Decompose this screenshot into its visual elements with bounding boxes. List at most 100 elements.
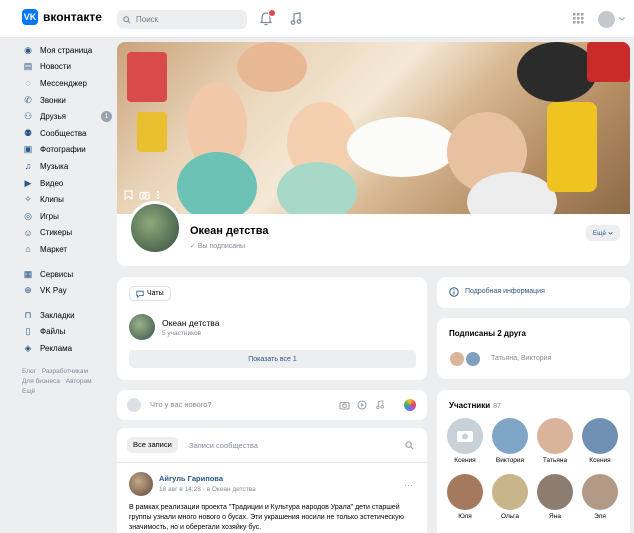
sidebar-item[interactable]: ⊕ VK Pay [22, 282, 114, 299]
friend-avatar[interactable] [465, 351, 481, 367]
music-icon[interactable] [375, 400, 385, 410]
friend-avatar[interactable] [449, 351, 465, 367]
sidebar-item[interactable]: ⌂ Маркет [22, 241, 114, 258]
sidebar-item[interactable]: ☺ Стикеры [22, 225, 114, 242]
sidebar-item-label: Фотографии [40, 145, 86, 155]
member-item[interactable]: Яна [535, 474, 575, 520]
vk-logo[interactable]: VK вконтакте [22, 9, 102, 25]
sidebar-item[interactable]: ◈ Реклама [22, 340, 114, 357]
member-name: Ольга [500, 513, 519, 520]
news-icon: ▤ [23, 61, 33, 72]
post-author-avatar[interactable] [129, 472, 153, 496]
community-icon: ⚉ [23, 127, 33, 138]
post-date[interactable]: 18 авг в 14:28 · в Океан детства [159, 486, 256, 493]
search-icon[interactable] [405, 441, 414, 450]
member-name: Виктория [495, 457, 525, 464]
chat-avatar[interactable] [129, 314, 155, 340]
sidebar-item[interactable]: ▯ Файлы [22, 324, 114, 341]
camera-placeholder-icon [457, 431, 473, 442]
vk-logo-mark: VK [22, 9, 38, 25]
member-item[interactable]: Ольга [490, 474, 530, 520]
search-box[interactable] [117, 10, 247, 29]
member-avatar [447, 418, 483, 454]
community-cover [117, 42, 630, 214]
camera-icon[interactable] [339, 400, 350, 410]
camera-icon[interactable] [139, 190, 150, 200]
post-menu-icon[interactable]: ··· [404, 480, 413, 490]
notification-badge [268, 9, 276, 17]
member-avatar [537, 418, 573, 454]
color-picker-icon[interactable] [404, 399, 416, 411]
phone-icon: ✆ [24, 94, 32, 105]
member-item[interactable]: Ксения [580, 418, 620, 464]
footer-link-authors[interactable]: Авторам [66, 378, 92, 385]
bookmark-icon[interactable] [124, 190, 133, 200]
info-card[interactable]: Подробная информация [437, 277, 630, 308]
user-avatar[interactable] [598, 11, 615, 28]
sidebar-item[interactable]: ◎ Игры [22, 208, 114, 225]
new-post-card[interactable]: Что у вас нового? [117, 390, 427, 420]
sidebar-item[interactable]: ▤ Новости [22, 59, 114, 76]
member-item[interactable]: Юля [445, 474, 485, 520]
members-title[interactable]: Участники 87 [449, 401, 501, 410]
sidebar-item[interactable]: ◉ Моя страница [22, 42, 114, 59]
sidebar-item[interactable]: ▶ Видео [22, 175, 114, 192]
show-all-chats-button[interactable]: Показать все 1 [129, 350, 416, 368]
info-icon [449, 287, 459, 297]
sidebar-item[interactable]: ✧ Клипы [22, 191, 114, 208]
sidebar-item[interactable]: ⊓ Закладки [22, 307, 114, 324]
member-item[interactable]: Виктория [490, 418, 530, 464]
member-item[interactable]: Ксения [445, 418, 485, 464]
tab-community-posts[interactable]: Записи сообщества [189, 441, 258, 450]
video-icon[interactable] [357, 400, 367, 410]
chats-chip[interactable]: Чаты [129, 286, 171, 301]
new-post-placeholder[interactable]: Что у вас нового? [150, 400, 212, 409]
footer-link-business[interactable]: Для бизнеса [22, 378, 60, 385]
sidebar-item-badge: 1 [101, 111, 112, 123]
user-icon: ◉ [24, 44, 32, 55]
sidebar-item-label: Маркет [40, 244, 68, 254]
user-avatar-small [127, 398, 141, 412]
chat-members-count: 5 участников [162, 330, 202, 337]
sidebar-item-label: Музыка [40, 161, 69, 171]
friends-names[interactable]: Татьяна, Виктория [491, 355, 551, 362]
sidebar-item[interactable]: ⚇ Друзья 1 [22, 108, 114, 125]
sidebar-item[interactable]: ♫ Музыка [22, 158, 114, 175]
info-link[interactable]: Подробная информация [465, 288, 545, 295]
member-avatar [492, 474, 528, 510]
footer-link-developers[interactable]: Разработчикам [42, 368, 88, 375]
more-button[interactable]: Ещё [586, 225, 620, 241]
friends-title[interactable]: Подписаны 2 друга [449, 329, 526, 338]
member-item[interactable]: Татьяна [535, 418, 575, 464]
chevron-down-icon[interactable] [619, 17, 625, 21]
sidebar-item[interactable]: ▣ Фотографии [22, 142, 114, 159]
stickers-icon: ☺ [23, 227, 33, 238]
music-icon[interactable] [290, 12, 302, 26]
cover-shape [517, 42, 597, 102]
cover-shape [587, 42, 630, 82]
community-avatar[interactable] [128, 201, 182, 255]
chat-name[interactable]: Океан детства [162, 318, 219, 328]
footer-link-blog[interactable]: Блог [22, 368, 36, 375]
chat-icon [136, 290, 144, 298]
apps-icon[interactable] [573, 13, 584, 24]
member-avatar [492, 418, 528, 454]
sidebar-item[interactable]: ▦ Сервисы [22, 266, 114, 283]
member-name: Ксения [454, 457, 476, 464]
sidebar-item-label: Сообщества [40, 128, 87, 138]
sidebar-item[interactable]: ✆ Звонки [22, 92, 114, 109]
sidebar-item-label: VK Pay [40, 286, 67, 296]
sidebar-item-label: Стикеры [40, 228, 73, 238]
search-input[interactable] [134, 14, 234, 25]
footer-link-more[interactable]: Ещё [22, 388, 35, 395]
sidebar-item-label: Моя страница [40, 45, 93, 55]
member-name: Ксения [589, 457, 611, 464]
subscription-status[interactable]: ✓ Вы подписаны [190, 242, 245, 250]
sidebar-item[interactable]: ⚉ Сообщества [22, 125, 114, 142]
sidebar-item[interactable]: ◌ Мессенджер [22, 75, 114, 92]
post-author-name[interactable]: Айгуль Гарипова [159, 474, 223, 483]
tab-all-posts[interactable]: Все записи [127, 437, 178, 453]
more-vertical-icon[interactable] [156, 190, 160, 200]
sidebar-item-label: Закладки [40, 310, 75, 320]
member-item[interactable]: Эля [580, 474, 620, 520]
